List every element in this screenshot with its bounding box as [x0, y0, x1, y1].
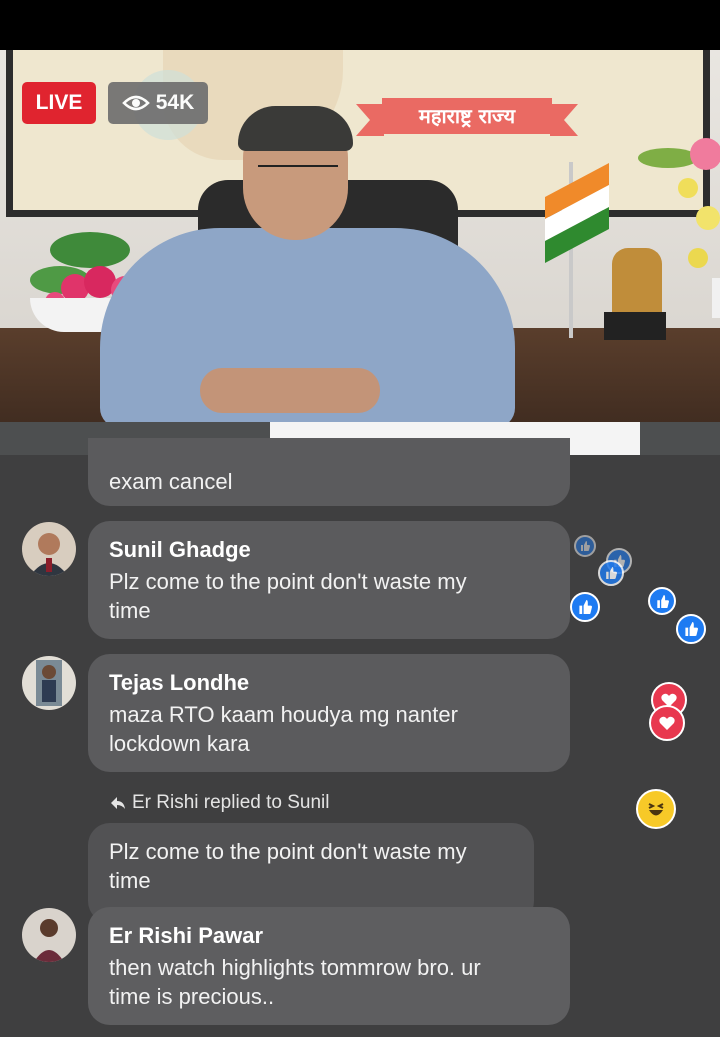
- comment-text-line: time: [109, 598, 151, 623]
- comment-text-line: maza RTO kaam houdya mg nanter: [109, 702, 458, 727]
- comment-text-line: lockdown kara: [109, 731, 250, 756]
- speaker-hands: [200, 368, 380, 413]
- quoted-text-line: Plz come to the point don't waste my: [109, 839, 467, 864]
- reply-arrow-icon: [111, 797, 125, 809]
- comment-author[interactable]: Tejas Londhe: [109, 669, 458, 697]
- haha-reaction-icon: [636, 789, 676, 829]
- comment-text: exam cancel: [109, 469, 233, 494]
- comment-author[interactable]: Er Rishi Pawar: [109, 922, 481, 950]
- avatar[interactable]: [22, 908, 76, 962]
- viewer-count-badge: 54K: [108, 82, 208, 124]
- state-banner: महाराष्ट्र राज्य: [356, 98, 578, 136]
- live-badge: LIVE: [22, 82, 96, 124]
- reply-indicator[interactable]: Er Rishi replied to Sunil: [110, 792, 329, 814]
- like-reaction-icon: [648, 587, 676, 615]
- reply-indicator-text: Er Rishi replied to Sunil: [132, 792, 330, 813]
- comment-author[interactable]: Sunil Ghadge: [109, 536, 467, 564]
- speaker-glasses: [258, 165, 338, 185]
- comment-bubble[interactable]: Er Rishi Pawar then watch highlights tom…: [88, 907, 570, 1025]
- comment-bubble[interactable]: Tejas Londhe maza RTO kaam houdya mg nan…: [88, 654, 570, 772]
- like-reaction-icon: [598, 560, 624, 586]
- speaker-hair: [238, 106, 353, 151]
- like-reaction-icon: [570, 592, 600, 622]
- viewer-count: 54K: [155, 91, 195, 114]
- eye-icon: [121, 95, 150, 111]
- flower-vase-right: [638, 138, 720, 318]
- comment-bubble[interactable]: Sunil Ghadge Plz come to the point don't…: [88, 521, 570, 639]
- love-reaction-icon: [649, 705, 685, 741]
- like-reaction-icon: [676, 614, 706, 644]
- avatar[interactable]: [22, 656, 76, 710]
- comment-bubble[interactable]: exam cancel: [88, 438, 570, 506]
- status-bar: [0, 0, 720, 50]
- like-reaction-icon: [574, 535, 596, 557]
- quoted-text-line: time: [109, 868, 151, 893]
- comment-text-line: then watch highlights tommrow bro. ur: [109, 955, 481, 980]
- comment-text-line: Plz come to the point don't waste my: [109, 569, 467, 594]
- avatar[interactable]: [22, 522, 76, 576]
- comment-text-line: time is precious..: [109, 984, 275, 1009]
